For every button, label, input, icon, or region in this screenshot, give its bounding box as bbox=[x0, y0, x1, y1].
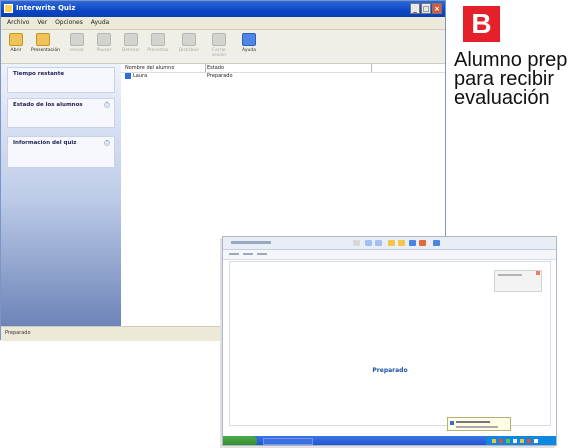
panel-header: Tiempo restante bbox=[13, 71, 65, 77]
menu-ayuda[interactable]: Ayuda bbox=[91, 19, 110, 26]
help-label: Ayuda bbox=[242, 48, 256, 53]
minimize-button[interactable]: _ bbox=[410, 3, 420, 14]
start-button[interactable] bbox=[223, 436, 257, 445]
status-text: Preparado bbox=[5, 330, 31, 336]
toolbar-icon[interactable] bbox=[419, 240, 426, 246]
open-button[interactable]: Abrir bbox=[4, 33, 28, 53]
toolbar: Abrir Presentación Iniciar Pausar Detene… bbox=[1, 30, 445, 64]
tray-icon[interactable] bbox=[499, 439, 503, 443]
menu-item[interactable] bbox=[257, 253, 267, 255]
step-badge: B bbox=[463, 6, 500, 42]
present-label: Presentar bbox=[147, 48, 169, 53]
panel-student-status[interactable]: Estado de los alumnos ˅ bbox=[7, 98, 115, 128]
stop-icon bbox=[124, 33, 138, 46]
stop-label: Detener bbox=[121, 48, 141, 53]
column-divider[interactable] bbox=[205, 64, 206, 72]
window-title: Interwrite Quiz bbox=[16, 4, 76, 12]
app-icon bbox=[4, 4, 13, 13]
toolbar-icon[interactable] bbox=[433, 240, 440, 246]
pause-icon bbox=[97, 33, 111, 46]
toolbar-icon[interactable] bbox=[388, 240, 395, 246]
present-button[interactable]: Presentar bbox=[146, 33, 170, 53]
toolbar-icon[interactable] bbox=[353, 240, 360, 246]
distribute-label: Distribuir bbox=[178, 48, 200, 53]
logout-icon bbox=[212, 33, 226, 46]
distribute-icon bbox=[182, 33, 196, 46]
menu-item[interactable] bbox=[229, 253, 239, 255]
open-folder-icon bbox=[9, 33, 23, 46]
close-icon[interactable] bbox=[536, 271, 540, 275]
student-window-title bbox=[231, 241, 271, 244]
maximize-button[interactable]: □ bbox=[421, 3, 431, 14]
notification-balloon[interactable] bbox=[447, 417, 511, 431]
tray-icon[interactable] bbox=[492, 439, 496, 443]
close-button[interactable]: × bbox=[432, 3, 442, 14]
start-icon bbox=[70, 33, 84, 46]
tray-icon[interactable] bbox=[506, 439, 510, 443]
logout-button[interactable]: Cerrar sesión bbox=[207, 33, 231, 58]
student-window-titlebar bbox=[223, 237, 556, 250]
tray-icon[interactable] bbox=[513, 439, 517, 443]
caption-line: evaluación bbox=[454, 87, 550, 108]
help-icon bbox=[242, 33, 256, 46]
presentation-button[interactable]: Presentación bbox=[31, 33, 60, 53]
chevron-down-icon[interactable]: ˅ bbox=[104, 102, 110, 108]
stop-button[interactable]: Detener bbox=[119, 33, 143, 53]
caption: Alumno prep para recibir evaluación bbox=[454, 51, 570, 108]
panel-header: Información del quiz bbox=[13, 140, 77, 146]
menu-item[interactable] bbox=[243, 253, 253, 255]
info-icon bbox=[450, 421, 454, 425]
present-icon bbox=[151, 33, 165, 46]
student-screen: Preparado bbox=[222, 236, 557, 446]
notification-title bbox=[456, 421, 490, 423]
toolbar-icon[interactable] bbox=[398, 240, 405, 246]
tray-icon[interactable] bbox=[520, 439, 524, 443]
panel-quiz-info[interactable]: Información del quiz ˅ bbox=[7, 136, 115, 168]
system-tray bbox=[486, 436, 556, 445]
taskbar-button[interactable] bbox=[263, 438, 313, 445]
mini-window-title bbox=[498, 274, 522, 276]
student-status: Preparado bbox=[207, 73, 233, 79]
menu-opciones[interactable]: Opciones bbox=[55, 19, 83, 26]
pause-label: Pausar bbox=[96, 48, 112, 53]
tray-icon[interactable] bbox=[534, 439, 538, 443]
menu-bar: Archivo Ver Opciones Ayuda bbox=[1, 17, 445, 30]
column-header-name[interactable]: Nombre del alumno bbox=[125, 65, 174, 71]
student-icon bbox=[125, 73, 131, 79]
column-header-status[interactable]: Estado bbox=[207, 65, 224, 71]
menu-archivo[interactable]: Archivo bbox=[7, 19, 29, 26]
help-button[interactable]: Ayuda bbox=[237, 33, 261, 53]
toolbar-icon[interactable] bbox=[375, 240, 382, 246]
window-controls: _ □ × bbox=[410, 3, 442, 14]
student-content-area: Preparado bbox=[229, 261, 551, 426]
task-pane: Tiempo restante Estado de los alumnos ˅ … bbox=[1, 64, 121, 326]
toolbar-icon[interactable] bbox=[365, 240, 372, 246]
student-name: Laura bbox=[133, 73, 148, 79]
pause-button[interactable]: Pausar bbox=[92, 33, 116, 53]
taskbar bbox=[223, 436, 556, 445]
start-label: Iniciar bbox=[70, 48, 84, 53]
start-button[interactable]: Iniciar bbox=[65, 33, 89, 53]
presentation-icon bbox=[36, 33, 50, 46]
open-label: Abrir bbox=[10, 48, 22, 53]
toolbar-icon[interactable] bbox=[409, 240, 416, 246]
panel-time-remaining[interactable]: Tiempo restante bbox=[7, 67, 115, 93]
column-divider[interactable] bbox=[371, 64, 372, 72]
list-item[interactable]: Laura Preparado bbox=[121, 73, 445, 80]
presentation-label: Presentación bbox=[31, 48, 60, 53]
list-header: Nombre del alumno Estado bbox=[121, 64, 445, 73]
notification-text bbox=[456, 426, 498, 428]
tray-icon[interactable] bbox=[527, 439, 531, 443]
logout-label: Cerrar sesión bbox=[211, 48, 227, 58]
menu-ver[interactable]: Ver bbox=[37, 19, 47, 26]
student-menu-bar bbox=[223, 250, 556, 260]
panel-header: Estado de los alumnos bbox=[13, 102, 83, 108]
distribute-button[interactable]: Distribuir bbox=[177, 33, 201, 53]
chevron-down-icon[interactable]: ˅ bbox=[104, 140, 110, 146]
mini-window[interactable] bbox=[494, 270, 542, 292]
title-bar[interactable]: Interwrite Quiz _ □ × bbox=[1, 1, 445, 17]
ready-status: Preparado bbox=[372, 367, 408, 374]
